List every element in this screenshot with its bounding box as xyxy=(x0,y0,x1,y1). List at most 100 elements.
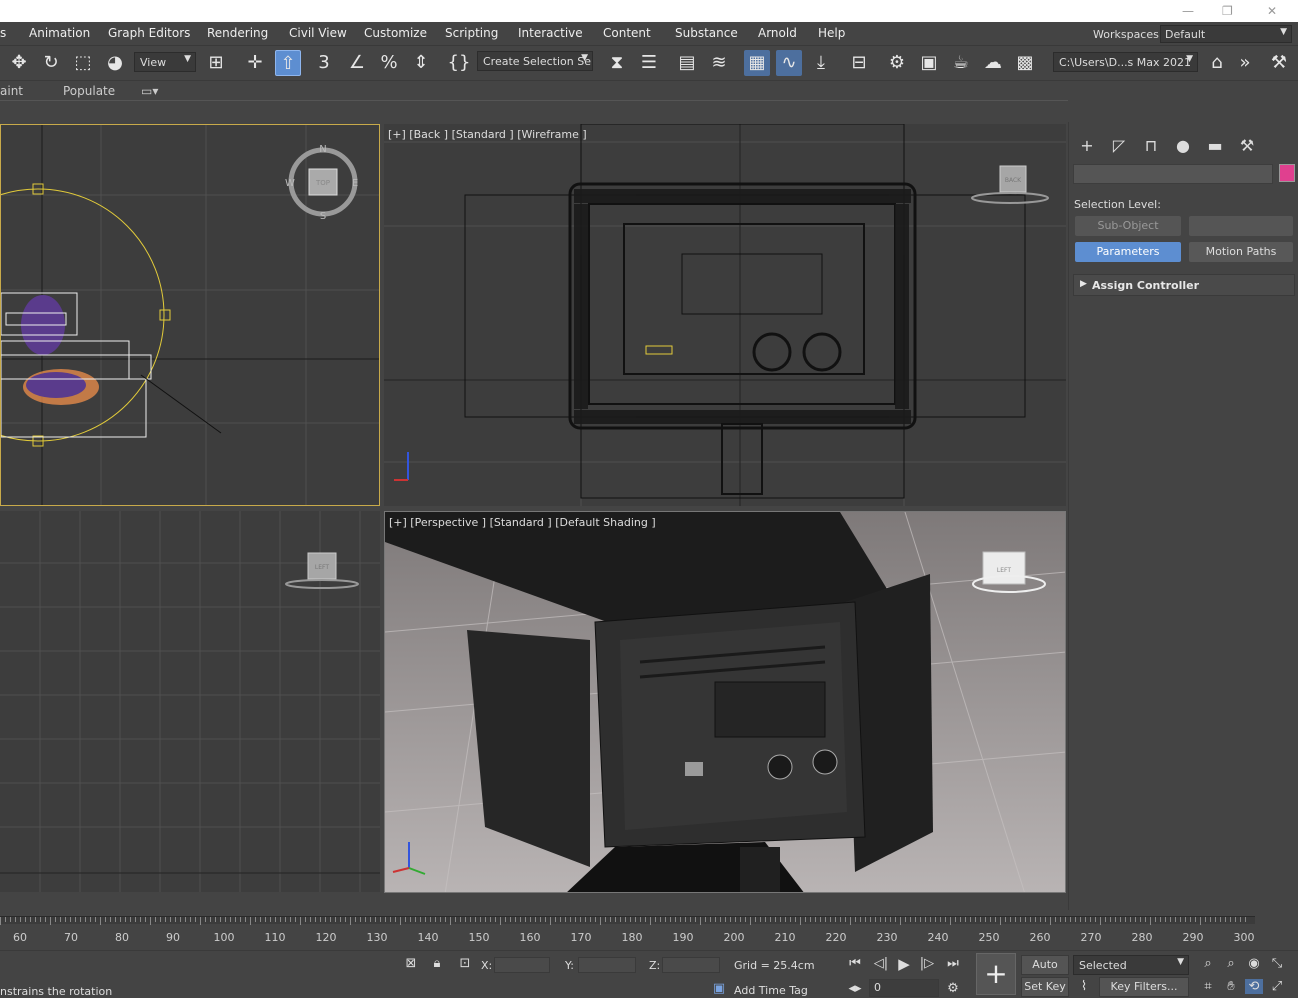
ribbon-options-icon[interactable]: ▭▾ xyxy=(141,84,158,98)
pan-icon[interactable]: ✋︎ xyxy=(1222,979,1240,994)
menu-item-scripting[interactable]: Scripting xyxy=(445,26,498,40)
mirror-icon[interactable]: ⧗ xyxy=(604,50,630,76)
render-cloud-icon[interactable]: ☁ xyxy=(980,50,1006,76)
time-tag-icon[interactable]: ▣ xyxy=(710,981,728,996)
curve-editor-icon[interactable]: ∿ xyxy=(776,50,802,76)
assign-controller-rollout[interactable]: ▶ Assign Controller xyxy=(1073,274,1295,296)
render-setup-icon[interactable]: ⚙ xyxy=(884,50,910,76)
play-icon[interactable]: ▶ xyxy=(895,955,913,973)
menu-item-rendering[interactable]: Rendering xyxy=(207,26,268,40)
wrench-icon[interactable]: ⚒ xyxy=(1266,50,1292,76)
utilities-tab-icon[interactable]: ⚒ xyxy=(1235,134,1259,158)
z-coordinate-field[interactable] xyxy=(662,957,720,973)
angle-snap-icon[interactable]: ∠ xyxy=(344,50,370,76)
field-of-view-icon[interactable]: ⌗ xyxy=(1199,979,1217,994)
edit-named-selection-icon[interactable]: {} xyxy=(446,50,472,76)
zoom-all-icon[interactable]: ⌕ xyxy=(1222,956,1240,971)
snap-3d-icon[interactable]: 3 xyxy=(311,50,337,76)
menu-item-animation[interactable]: Animation xyxy=(29,26,90,40)
zoom-extents-icon[interactable]: ◉ xyxy=(1245,956,1263,971)
layer-explorer-icon[interactable]: ▤ xyxy=(674,50,700,76)
time-slider-track[interactable] xyxy=(0,916,1255,925)
project-icon[interactable]: ⌂ xyxy=(1204,50,1230,76)
zoom-icon[interactable]: ⌕ xyxy=(1199,956,1217,971)
select-by-name-icon[interactable]: ◕ xyxy=(102,50,128,76)
lock-icon[interactable]: 🔒︎ xyxy=(428,956,446,971)
motion-paths-button[interactable]: Motion Paths xyxy=(1189,242,1293,262)
move-icon[interactable]: ✥ xyxy=(6,50,32,76)
ribbon-tab-populate[interactable]: Populate xyxy=(63,84,115,98)
schematic-view-icon[interactable]: ⤓ xyxy=(808,50,834,76)
menu-item-s[interactable]: s xyxy=(0,26,6,40)
ribbon-tab-paint[interactable]: aint xyxy=(0,84,23,98)
sub-object-button[interactable]: Sub-Object xyxy=(1075,216,1181,236)
next-frame-icon[interactable]: |▷ xyxy=(918,956,936,971)
viewport-left[interactable]: LEFT xyxy=(0,511,380,892)
time-config-icon[interactable]: ◂▸ xyxy=(846,981,864,996)
project-folder-dropdown[interactable]: C:\Users\D...s Max 2021 ▼ xyxy=(1053,52,1198,72)
parameters-button[interactable]: Parameters xyxy=(1075,242,1181,262)
named-selection-dropdown[interactable]: Create Selection Se ▼ xyxy=(477,51,593,71)
menu-item-substance[interactable]: Substance xyxy=(675,26,738,40)
viewport-back[interactable]: BACK [+] [Back ] [Standard ] [Wireframe … xyxy=(384,124,1066,506)
sub-object-dropdown[interactable] xyxy=(1189,216,1293,236)
viewport-perspective[interactable]: LEFT [+] [Perspective ] [Standard ] [Def… xyxy=(384,511,1066,893)
pivot-icon[interactable]: ⊞ xyxy=(203,50,229,76)
keyboard-shortcut-icon[interactable]: ⇧ xyxy=(275,50,301,76)
key-mode-dropdown[interactable]: Selected ▼ xyxy=(1073,955,1189,975)
create-tab-icon[interactable]: + xyxy=(1075,134,1099,158)
x-coordinate-field[interactable] xyxy=(494,957,550,973)
motion-tab-icon[interactable]: ● xyxy=(1171,134,1195,158)
modify-tab-icon[interactable]: ◸ xyxy=(1107,134,1131,158)
y-coordinate-field[interactable] xyxy=(578,957,636,973)
minimize-icon[interactable]: — xyxy=(1182,4,1194,18)
restore-icon[interactable]: ❐ xyxy=(1222,4,1233,18)
workspace-dropdown[interactable]: Default ▼ xyxy=(1160,25,1292,43)
zoom-extents-all-icon[interactable]: ⤡ xyxy=(1268,956,1286,971)
previous-frame-icon[interactable]: ◁| xyxy=(872,956,890,971)
viewport-back-label[interactable]: [+] [Back ] [Standard ] [Wireframe ] xyxy=(388,128,587,141)
set-key-big-button[interactable]: + xyxy=(976,953,1016,995)
go-to-start-icon[interactable]: ⏮ xyxy=(846,956,864,971)
hierarchy-tab-icon[interactable]: ⊓ xyxy=(1139,134,1163,158)
display-tab-icon[interactable]: ▬ xyxy=(1203,134,1227,158)
reference-coord-dropdown[interactable]: View ▼ xyxy=(134,52,196,72)
align-icon[interactable]: ☰ xyxy=(636,50,662,76)
select-manipulate-icon[interactable]: ✛ xyxy=(242,50,268,76)
rendered-frame-icon[interactable]: ▣ xyxy=(916,50,942,76)
isolate-icon[interactable]: ⊠ xyxy=(402,956,420,971)
menu-item-civil-view[interactable]: Civil View xyxy=(289,26,347,40)
close-icon[interactable]: ✕ xyxy=(1267,4,1277,18)
absolute-mode-icon[interactable]: ⊡ xyxy=(456,956,474,971)
ribbon-toggle-icon[interactable]: ▦ xyxy=(744,50,770,76)
add-time-tag-button[interactable]: Add Time Tag xyxy=(734,984,808,997)
material-editor-icon[interactable]: ⊟ xyxy=(846,50,872,76)
go-to-end-icon[interactable]: ⏭ xyxy=(944,956,962,971)
menu-item-interactive[interactable]: Interactive xyxy=(518,26,583,40)
chevron-right-icon[interactable]: » xyxy=(1232,50,1258,76)
spinner-snap-icon[interactable]: ⇕ xyxy=(408,50,434,76)
set-key-button[interactable]: Set Key xyxy=(1021,977,1069,997)
time-tag-settings-icon[interactable]: ⚙ xyxy=(944,981,962,996)
menu-item-arnold[interactable]: Arnold xyxy=(758,26,797,40)
menu-item-graph-editors[interactable]: Graph Editors xyxy=(108,26,190,40)
maximize-viewport-icon[interactable]: ⤢ xyxy=(1268,979,1286,994)
viewport-perspective-label[interactable]: [+] [Perspective ] [Standard ] [Default … xyxy=(389,516,656,529)
current-frame-field[interactable]: 0 xyxy=(869,979,939,997)
menu-item-content[interactable]: Content xyxy=(603,26,651,40)
percent-snap-icon[interactable]: % xyxy=(376,50,402,76)
layers-icon[interactable]: ≋ xyxy=(706,50,732,76)
menu-item-customize[interactable]: Customize xyxy=(364,26,427,40)
object-color-swatch[interactable] xyxy=(1279,164,1295,182)
object-name-field[interactable] xyxy=(1073,164,1273,184)
key-filters-button[interactable]: Key Filters... xyxy=(1099,977,1189,997)
menu-item-help[interactable]: Help xyxy=(818,26,845,40)
key-filter-icon[interactable]: ⌇ xyxy=(1075,979,1093,994)
viewport-top[interactable]: TOP N S E W xyxy=(0,124,380,506)
rotate-icon[interactable]: ↻ xyxy=(38,50,64,76)
timeline[interactable]: 60 70 80 90 100 110 120 130 140 150 160 170 180 190 20… xyxy=(0,910,1298,950)
auto-key-button[interactable]: Auto Key xyxy=(1021,955,1069,989)
render-production-icon[interactable]: ☕ xyxy=(948,50,974,76)
select-region-icon[interactable]: ⬚ xyxy=(70,50,96,76)
render-shortcut-icon[interactable]: ▩ xyxy=(1012,50,1038,76)
